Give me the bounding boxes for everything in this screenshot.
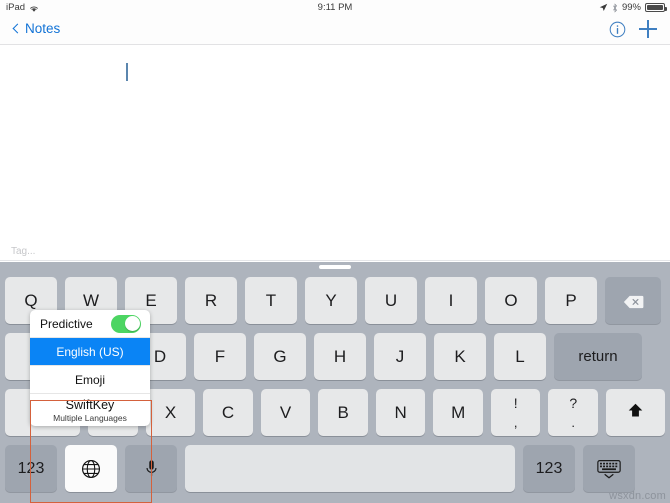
key-comma-label: ,: [513, 415, 518, 430]
key-return[interactable]: return: [554, 333, 642, 380]
backspace-icon: [623, 294, 644, 308]
key-backspace[interactable]: [605, 277, 661, 324]
key-t[interactable]: T: [245, 277, 297, 324]
info-circle-icon[interactable]: [609, 21, 626, 38]
key-numeric-left[interactable]: 123: [5, 445, 57, 492]
add-note-button[interactable]: [639, 20, 657, 38]
predictive-label: Predictive: [40, 316, 93, 331]
key-c[interactable]: C: [203, 389, 253, 436]
key-i[interactable]: I: [425, 277, 477, 324]
popup-item-english-us[interactable]: English (US): [30, 338, 150, 365]
watermark: wsxdn.com: [609, 490, 666, 502]
predictive-toggle[interactable]: [111, 314, 141, 333]
keyboard-down-icon: [596, 458, 622, 480]
key-m[interactable]: M: [433, 389, 483, 436]
microphone-icon: [145, 459, 158, 478]
key-hide-keyboard[interactable]: [583, 445, 635, 492]
key-question-period[interactable]: ? .: [548, 389, 599, 436]
key-globe[interactable]: [65, 445, 117, 492]
back-button-label: Notes: [25, 21, 61, 36]
key-exclamation-comma[interactable]: ! ,: [490, 389, 541, 436]
key-g[interactable]: G: [254, 333, 306, 380]
status-bar-right: 99%: [599, 2, 667, 13]
status-bar-clock: 9:11 PM: [317, 2, 353, 13]
note-editing-area[interactable]: Tag...: [0, 46, 670, 261]
key-o[interactable]: O: [485, 277, 537, 324]
swiftkey-title: SwiftKey: [65, 397, 115, 412]
key-y[interactable]: Y: [305, 277, 357, 324]
status-bar: iPad 9:11 PM 99%: [0, 0, 670, 16]
popup-item-predictive[interactable]: Predictive: [30, 310, 150, 337]
keyboard-row-4: 123 123: [0, 445, 670, 492]
bluetooth-icon: [612, 2, 618, 13]
key-space[interactable]: [185, 445, 515, 492]
keyboard-grabber-handle[interactable]: [319, 265, 351, 269]
popup-item-swiftkey[interactable]: SwiftKey Multiple Languages: [30, 394, 150, 426]
key-v[interactable]: V: [260, 389, 311, 436]
key-j[interactable]: J: [374, 333, 426, 380]
key-u[interactable]: U: [365, 277, 417, 324]
key-f[interactable]: F: [194, 333, 246, 380]
chevron-left-icon: [12, 23, 23, 34]
key-shift-right[interactable]: [606, 389, 666, 436]
key-r[interactable]: R: [185, 277, 237, 324]
key-question-label: ?: [569, 395, 578, 411]
key-l[interactable]: L: [494, 333, 546, 380]
key-exclamation-label: !: [513, 395, 518, 411]
swiftkey-subtitle: Multiple Languages: [53, 412, 127, 423]
location-arrow-icon: [599, 3, 608, 12]
popup-item-emoji[interactable]: Emoji: [30, 366, 150, 393]
navigation-bar: Notes: [0, 16, 670, 45]
key-b[interactable]: B: [318, 389, 368, 436]
divider: [0, 260, 670, 261]
globe-icon: [80, 458, 102, 480]
key-dictation[interactable]: [125, 445, 177, 492]
key-k[interactable]: K: [434, 333, 486, 380]
battery-full-icon: [645, 3, 667, 12]
key-p[interactable]: P: [545, 277, 597, 324]
keyboard-switch-popup: Predictive English (US) Emoji SwiftKey M…: [30, 310, 150, 426]
key-h[interactable]: H: [314, 333, 366, 380]
tag-input[interactable]: Tag...: [11, 246, 35, 257]
ipad-screen: iPad 9:11 PM 99% Notes Tag... Q W E R T …: [0, 0, 670, 503]
back-to-notes-button[interactable]: Notes: [12, 21, 61, 36]
shift-arrow-icon: [627, 402, 644, 423]
key-n[interactable]: N: [375, 389, 426, 436]
battery-percent: 99%: [621, 2, 641, 13]
key-period-label: .: [571, 415, 576, 430]
key-numeric-right[interactable]: 123: [523, 445, 575, 492]
text-cursor: [126, 63, 128, 81]
key-x[interactable]: X: [145, 389, 196, 436]
